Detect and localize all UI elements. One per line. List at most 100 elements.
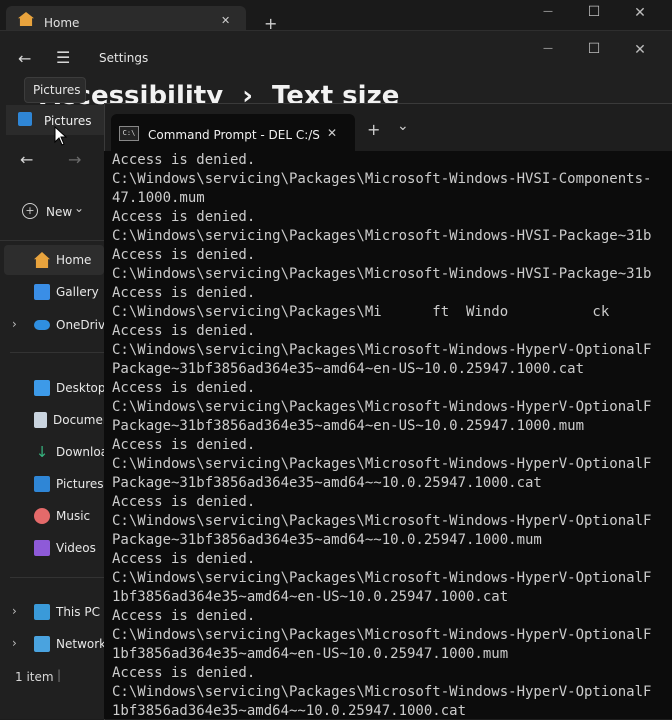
- settings-title: Settings: [99, 51, 149, 65]
- settings-close-button[interactable]: ✕: [620, 42, 660, 58]
- console-line: C:\Windows\servicing\Packages\Microsoft-…: [112, 456, 652, 472]
- pictures-icon: [18, 112, 32, 126]
- sidebar-item-label: Home: [56, 253, 92, 267]
- forward-arrow-icon[interactable]: →: [68, 150, 81, 169]
- explorer-tab-close-icon[interactable]: ✕: [221, 14, 230, 27]
- console-line: Access is denied.: [112, 247, 256, 263]
- sidebar-item-network[interactable]: › Network: [0, 629, 107, 659]
- console-line: C:\Windows\servicing\Packages\Mi ft Wind…: [112, 304, 610, 320]
- console-line: Access is denied.: [112, 285, 256, 301]
- console-line: Access is denied.: [112, 665, 256, 681]
- console-line: 1bf3856ad364e35~amd64~en-US~10.0.25947.1…: [112, 589, 509, 605]
- console-line: Access is denied.: [112, 494, 256, 510]
- console-output[interactable]: Access is denied. C:\Windows\servicing\Pa…: [104, 151, 672, 719]
- console-line: C:\Windows\servicing\Packages\Microsoft-…: [112, 266, 652, 282]
- explorer-maximize-button[interactable]: ☐: [574, 4, 614, 20]
- sidebar-item-label: Network: [56, 637, 107, 651]
- console-line: Access is denied.: [112, 608, 256, 624]
- gallery-icon: [34, 284, 50, 300]
- tooltip: Pictures: [24, 77, 86, 103]
- console-line: C:\Windows\servicing\Packages\Microsoft-…: [112, 684, 652, 700]
- desktop-icon: [34, 380, 50, 396]
- console-line: C:\Windows\servicing\Packages\Microsoft-…: [112, 627, 652, 643]
- back-arrow-icon[interactable]: ←: [20, 150, 33, 169]
- settings-window: ← ☰ Settings — ☐ ✕ Accessibility › Text …: [0, 30, 672, 111]
- status-separator: |: [57, 668, 62, 682]
- cmd-tab-title: Command Prompt - DEL C:/S: [148, 128, 320, 142]
- sidebar-item-label: Videos: [56, 541, 96, 555]
- console-line: C:\Windows\servicing\Packages\Microsoft-…: [112, 513, 652, 529]
- console-line: C:\Windows\servicing\Packages\Microsoft-…: [112, 228, 652, 244]
- sidebar-item-label: Desktop: [56, 381, 106, 395]
- sidebar-item-desktop[interactable]: Desktop: [0, 373, 106, 403]
- console-line: Access is denied.: [112, 551, 256, 567]
- sidebar-divider: [10, 577, 104, 578]
- console-line: C:\Windows\servicing\Packages\Microsoft-…: [112, 570, 652, 586]
- plus-circle-icon: +: [22, 203, 38, 219]
- computer-icon: [34, 604, 50, 620]
- cmd-tab-close-icon[interactable]: ✕: [327, 126, 337, 140]
- new-chevron-down-icon: ⌄: [74, 201, 85, 215]
- sidebar-item-home[interactable]: Home: [4, 245, 104, 275]
- expand-chevron-icon[interactable]: ›: [12, 317, 17, 331]
- sidebar-item-this-pc[interactable]: › This PC: [0, 597, 104, 627]
- download-icon: ↓: [35, 443, 49, 461]
- mouse-cursor-icon: [54, 126, 68, 146]
- sidebar-item-onedrive[interactable]: › OneDrive: [0, 310, 112, 340]
- console-line: C:\Windows\servicing\Packages\Microsoft-…: [112, 399, 652, 415]
- network-icon: [34, 636, 50, 652]
- console-line: Access is denied.: [112, 152, 256, 168]
- sidebar-item-downloads[interactable]: ↓ Downloads: [0, 437, 122, 467]
- home-icon: [34, 252, 50, 268]
- console-line: Access is denied.: [112, 380, 256, 396]
- cmd-tab[interactable]: C:\ Command Prompt - DEL C:/S ✕: [111, 114, 355, 152]
- home-icon: [18, 12, 34, 26]
- console-line: Access is denied.: [112, 209, 256, 225]
- status-item-count: 1 item: [15, 670, 54, 684]
- sidebar-item-pictures[interactable]: Pictures: [0, 469, 104, 499]
- sidebar-item-videos[interactable]: Videos: [0, 533, 104, 563]
- new-button-label: New: [46, 205, 73, 219]
- new-button[interactable]: + New ⌄: [14, 199, 100, 225]
- sidebar-item-label: This PC: [56, 605, 100, 619]
- hamburger-menu-icon[interactable]: ☰: [56, 48, 70, 67]
- cmd-dropdown-chevron-icon[interactable]: ⌄: [397, 118, 409, 134]
- console-line: Package~31bf3856ad364e35~amd64~en-US~10.…: [112, 361, 585, 377]
- console-line: C:\Windows\servicing\Packages\Microsoft-…: [112, 342, 652, 358]
- console-line: 1bf3856ad364e35~amd64~~10.0.25947.1000.c…: [112, 703, 467, 719]
- settings-maximize-button[interactable]: ☐: [574, 41, 614, 57]
- sidebar-item-documents[interactable]: Documents: [0, 405, 121, 435]
- explorer-tab[interactable]: Home ✕: [6, 6, 246, 32]
- console-line: Package~31bf3856ad364e35~amd64~en-US~10.…: [112, 418, 585, 434]
- sidebar-item-label: Pictures: [56, 477, 104, 491]
- console-line: 1bf3856ad364e35~amd64~en-US~10.0.25947.1…: [112, 646, 509, 662]
- cmd-prompt-icon: C:\: [119, 126, 139, 141]
- document-icon: [34, 412, 47, 428]
- sidebar-divider: [10, 352, 104, 353]
- console-line: C:\Windows\servicing\Packages\Microsoft-…: [112, 171, 652, 187]
- sidebar-item-gallery[interactable]: Gallery: [0, 277, 104, 307]
- console-line: Package~31bf3856ad364e35~amd64~~10.0.259…: [112, 532, 542, 548]
- tooltip-text: Pictures: [33, 83, 81, 97]
- console-line: Access is denied.: [112, 437, 256, 453]
- expand-chevron-icon[interactable]: ›: [12, 604, 17, 618]
- explorer-close-button[interactable]: ✕: [620, 5, 660, 21]
- sidebar-item-label: Gallery: [56, 285, 99, 299]
- explorer-minimize-button[interactable]: —: [528, 6, 568, 17]
- settings-minimize-button[interactable]: —: [528, 43, 568, 54]
- cmd-new-tab-button[interactable]: +: [367, 120, 380, 139]
- sidebar: Home Gallery › OneDrive Desktop Document…: [0, 244, 122, 664]
- console-line: 47.1000.mum: [112, 190, 205, 206]
- cloud-icon: [34, 320, 50, 330]
- explorer-tab-title: Home: [44, 16, 80, 30]
- toolbar-divider: [0, 240, 104, 241]
- expand-chevron-icon[interactable]: ›: [12, 636, 17, 650]
- video-icon: [34, 540, 50, 556]
- console-line: Package~31bf3856ad364e35~amd64~~10.0.259…: [112, 475, 542, 491]
- console-line: Access is denied.: [112, 323, 256, 339]
- music-icon: [34, 508, 50, 524]
- pictures-icon: [34, 476, 50, 492]
- sidebar-item-label: Music: [56, 509, 91, 523]
- sidebar-item-music[interactable]: Music: [0, 501, 104, 531]
- settings-back-arrow-icon[interactable]: ←: [18, 49, 31, 68]
